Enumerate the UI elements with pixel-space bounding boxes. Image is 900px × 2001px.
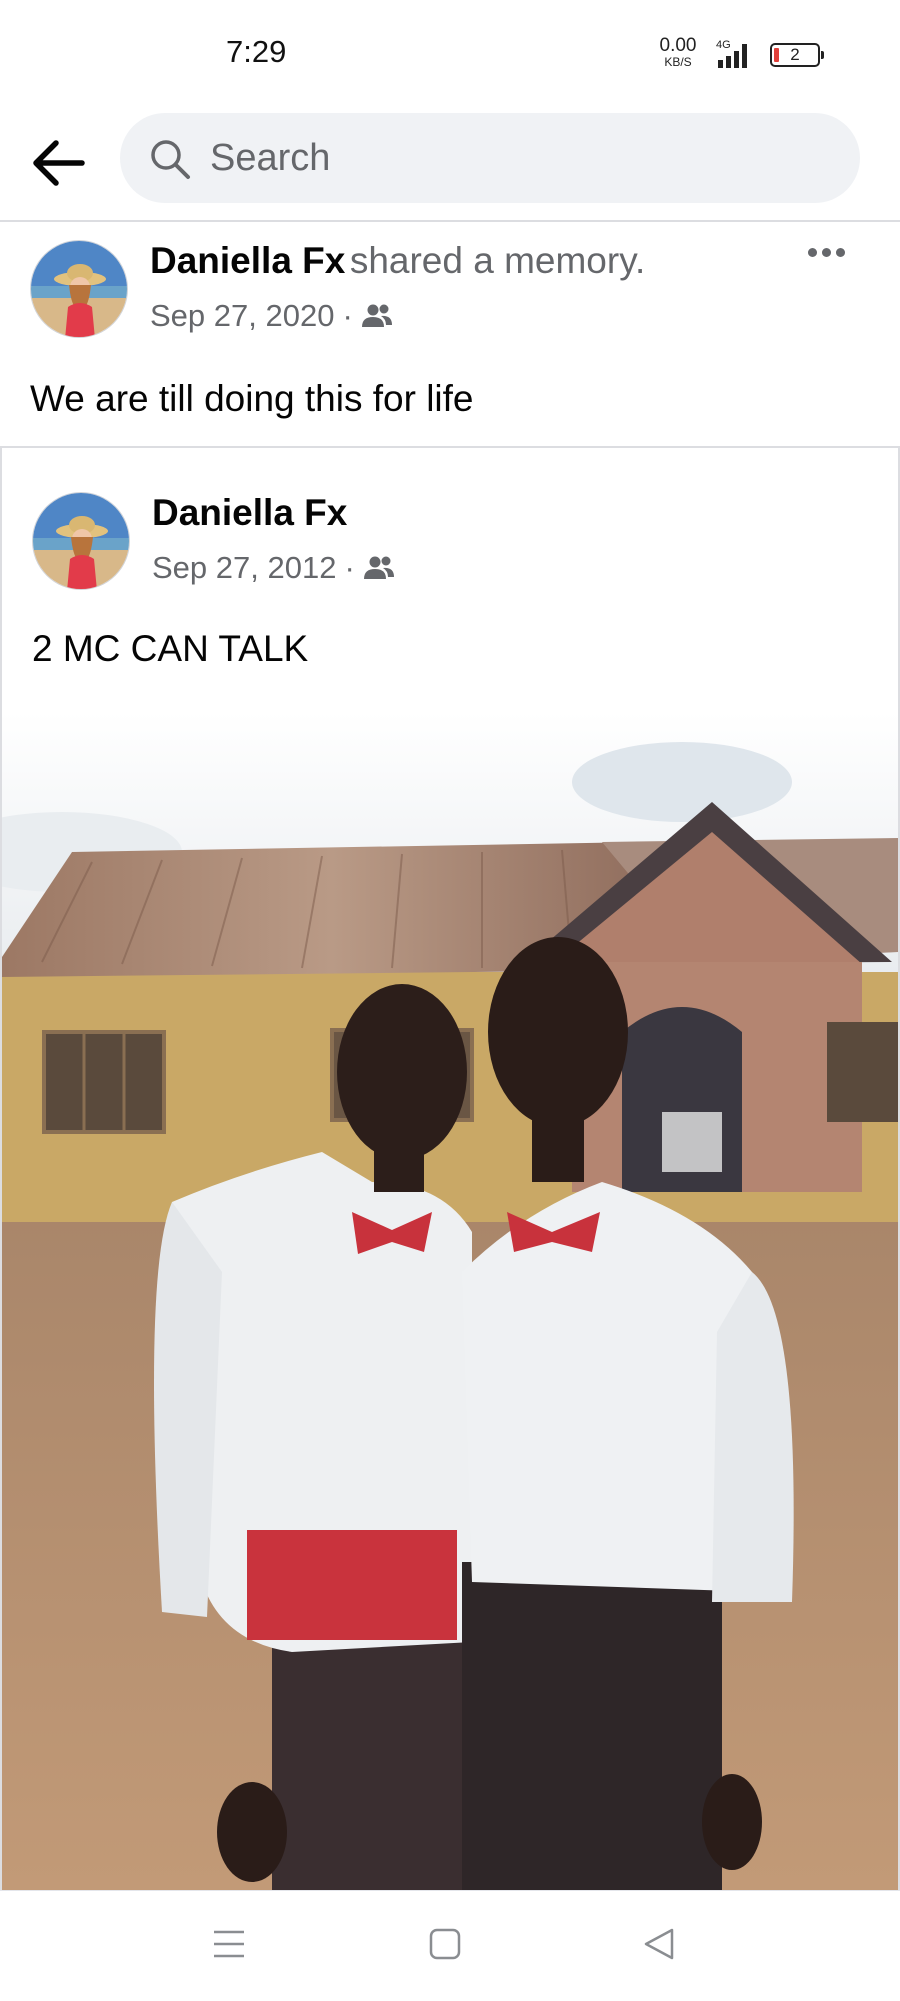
home-square-icon (429, 1928, 461, 1960)
original-author-name[interactable]: Daniella Fx (152, 492, 347, 533)
original-post-date[interactable]: Sep 27, 2012 (152, 550, 336, 586)
network-speed-unit: KB/S (664, 55, 692, 69)
avatar-photo (31, 241, 127, 337)
more-options-button[interactable] (808, 248, 845, 257)
battery-level: 2 (790, 45, 800, 64)
menu-button[interactable] (212, 1927, 246, 1966)
more-icon-dot (822, 248, 831, 257)
avatar-photo (33, 493, 129, 589)
navigation-bar (0, 1890, 900, 2001)
status-bar: 7:29 0.00 KB/S 4G 2 (0, 0, 900, 110)
status-time: 7:29 (226, 34, 287, 69)
meta-separator: · (344, 550, 355, 585)
home-button[interactable] (428, 1927, 462, 1966)
original-post-text: 2 MC CAN TALK (32, 628, 309, 669)
network-speed-value: 0.00 (659, 35, 697, 56)
original-post-header: Daniella Fx (152, 492, 347, 534)
system-back-button[interactable] (642, 1927, 676, 1966)
post-action-text: shared a memory. (349, 240, 646, 281)
photo-two-men-in-front-of-building (2, 712, 898, 1890)
friends-icon (361, 304, 392, 327)
original-author-avatar[interactable] (32, 492, 130, 590)
signal-4g-icon: 4G (716, 39, 747, 68)
author-avatar[interactable] (30, 240, 128, 338)
search-icon (151, 140, 190, 179)
arrow-left-icon (33, 140, 85, 186)
post-date[interactable]: Sep 27, 2020 (150, 298, 334, 334)
post-meta: Sep 27, 2020 · (150, 298, 393, 334)
search-header (0, 110, 900, 222)
more-icon-dot (808, 248, 817, 257)
author-name[interactable]: Daniella Fx (150, 240, 345, 281)
memory-post-header: Daniella Fx shared a memory. (150, 240, 645, 282)
network-speed: 0.00 KB/S (654, 36, 702, 68)
memory-post-text: We are till doing this for life (30, 378, 474, 419)
back-button[interactable] (30, 138, 90, 188)
original-post-meta: Sep 27, 2012 · (152, 550, 395, 586)
back-triangle-icon (644, 1928, 674, 1960)
menu-icon (214, 1930, 244, 1958)
more-icon-dot (836, 248, 845, 257)
battery-icon: 2 (770, 43, 824, 67)
search-bar[interactable] (120, 113, 860, 203)
friends-icon (363, 556, 394, 579)
search-input[interactable] (210, 135, 810, 181)
network-type-label: 4G (716, 39, 731, 51)
post-photo[interactable] (2, 712, 898, 1890)
meta-separator: · (342, 298, 353, 333)
